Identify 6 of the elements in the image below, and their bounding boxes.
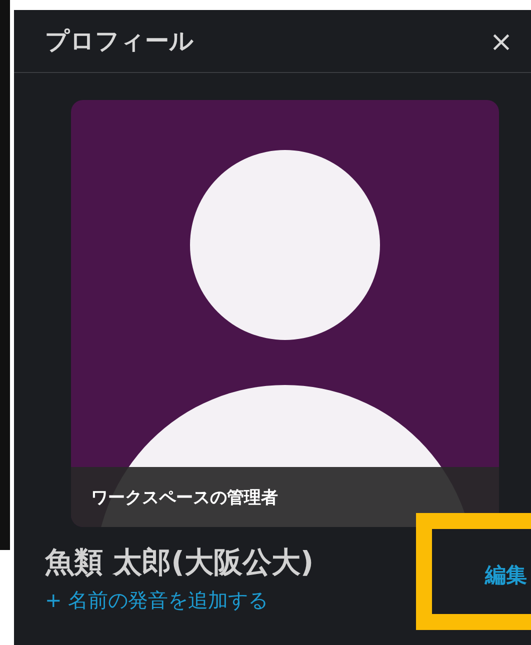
panel-title: プロフィール xyxy=(45,26,194,57)
add-pronunciation-link[interactable]: + 名前の発音を追加する xyxy=(45,587,314,614)
role-label: ワークスペースの管理者 xyxy=(71,467,499,527)
edit-button[interactable]: 編集 xyxy=(475,551,531,599)
close-button[interactable]: × xyxy=(486,24,517,58)
user-name: 魚類 太郎(大阪公大) xyxy=(45,544,314,581)
